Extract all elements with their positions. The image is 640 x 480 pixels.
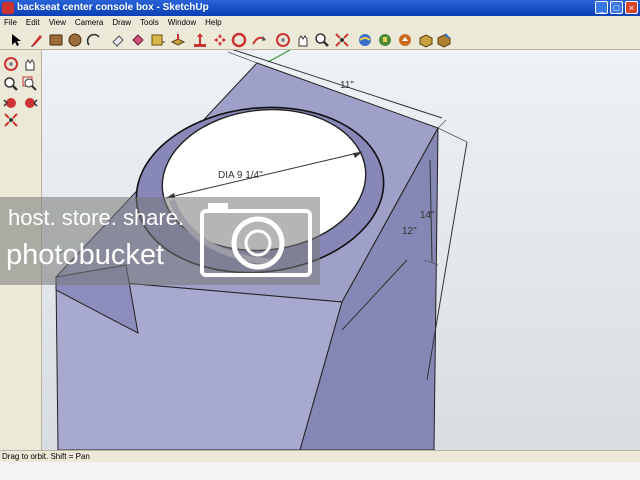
zoom-extents-icon[interactable] xyxy=(334,32,350,48)
menu-draw[interactable]: Draw xyxy=(108,16,136,30)
offset-icon[interactable] xyxy=(231,32,247,48)
title-bar: backseat center console box - SketchUp _… xyxy=(0,0,640,16)
desktop-strip xyxy=(0,462,640,480)
get-models-icon[interactable] xyxy=(377,32,393,48)
watermark-brand: photobucket xyxy=(6,239,165,271)
width-dimension-label: 11" xyxy=(340,80,354,91)
photobucket-watermark: host. store. share. photobucket xyxy=(0,197,320,285)
diameter-dimension-label: DIA 9 1/4" xyxy=(218,170,263,181)
camera-icon xyxy=(200,203,312,277)
tape-measure-icon[interactable] xyxy=(150,32,166,48)
menu-window[interactable]: Window xyxy=(164,16,201,30)
circle-icon[interactable] xyxy=(67,32,83,48)
get-photo-texture-icon[interactable] xyxy=(436,32,452,48)
menu-file[interactable]: File xyxy=(0,16,22,30)
watermark-tagline: host. store. share. xyxy=(8,205,185,230)
pencil-icon[interactable] xyxy=(29,32,45,48)
google-earth-icon[interactable] xyxy=(357,32,373,48)
arc-icon[interactable] xyxy=(86,32,102,48)
select-icon[interactable] xyxy=(8,32,24,48)
menu-camera[interactable]: Camera xyxy=(71,16,108,30)
minimize-button[interactable]: _ xyxy=(595,1,608,14)
share-model-icon[interactable] xyxy=(397,32,413,48)
zoom-icon[interactable] xyxy=(3,76,19,92)
next-view-icon[interactable] xyxy=(22,95,38,111)
pan-icon[interactable] xyxy=(295,32,311,48)
menu-help[interactable]: Help xyxy=(201,16,226,30)
main-toolbar xyxy=(0,30,640,50)
menu-view[interactable]: View xyxy=(45,16,71,30)
close-button[interactable]: × xyxy=(625,1,638,14)
height-dimension-label: 12" xyxy=(402,226,417,237)
menu-edit[interactable]: Edit xyxy=(22,16,45,30)
maximize-button[interactable]: □ xyxy=(610,1,623,14)
status-bar: Drag to orbit. Shift = Pan xyxy=(0,450,640,462)
zoom-window-icon[interactable] xyxy=(22,76,38,92)
orbit-icon[interactable] xyxy=(275,32,291,48)
sketchup-app-icon xyxy=(2,2,14,14)
menu-bar: File Edit View Camera Draw Tools Window … xyxy=(0,16,640,30)
push-pull-icon[interactable] xyxy=(170,32,186,48)
status-text: Drag to orbit. Shift = Pan xyxy=(2,452,90,461)
previous-view-icon[interactable] xyxy=(3,95,19,111)
green-axis-line xyxy=(267,50,291,63)
eraser-icon[interactable] xyxy=(110,32,126,48)
orbit-icon[interactable] xyxy=(3,56,19,72)
window-controls: _ □ × xyxy=(595,1,638,14)
window-title: backseat center console box - SketchUp xyxy=(17,2,209,13)
depth-dimension-label: 14" xyxy=(420,210,435,221)
rotate-icon[interactable] xyxy=(212,32,228,48)
move-icon[interactable] xyxy=(192,32,208,48)
zoom-icon[interactable] xyxy=(314,32,330,48)
menu-tools[interactable]: Tools xyxy=(136,16,164,30)
components-icon[interactable] xyxy=(418,32,434,48)
follow-me-icon[interactable] xyxy=(251,32,267,48)
paint-bucket-icon[interactable] xyxy=(130,32,146,48)
zoom-extents-icon[interactable] xyxy=(3,112,19,128)
pan-icon[interactable] xyxy=(22,56,38,72)
rectangle-icon[interactable] xyxy=(48,32,64,48)
